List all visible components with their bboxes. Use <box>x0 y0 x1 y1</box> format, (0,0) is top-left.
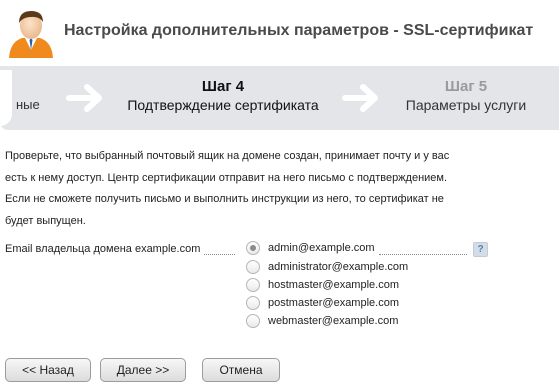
radio-unselected[interactable] <box>246 314 260 328</box>
user-avatar-icon <box>9 11 53 58</box>
instructions-text: Проверьте, что выбранный почтовый ящик н… <box>5 146 455 232</box>
wizard-steps-bar: ные Шаг 4 Подтверждение сертификата Шаг … <box>0 66 559 130</box>
instructions-line: есть к нему доступ. Центр сертификации о… <box>5 171 448 184</box>
dotted-leader <box>204 254 235 255</box>
scroll-left-icon <box>4 88 10 106</box>
step-subtitle: Параметры услуги <box>405 97 527 113</box>
radio-selected[interactable] <box>246 241 260 255</box>
wizard-step-current: Шаг 4 Подтверждение сертификата <box>118 78 328 114</box>
help-icon[interactable]: ? <box>473 242 488 257</box>
page-header: Настройка дополнительных параметров - SS… <box>0 0 559 64</box>
step-subtitle: Подтверждение сертификата <box>127 97 319 113</box>
email-option[interactable]: admin@example.com <box>246 240 375 256</box>
previous-step-label: ные <box>16 97 40 112</box>
email-option[interactable]: webmaster@example.com <box>246 313 398 329</box>
radio-unselected[interactable] <box>246 278 260 292</box>
email-option-label: webmaster@example.com <box>268 315 399 327</box>
cancel-button[interactable]: Отмена <box>202 358 280 382</box>
arrow-right-icon <box>66 84 102 112</box>
email-option-label: admin@example.com <box>268 242 375 254</box>
step-number: Шаг 5 <box>444 78 488 95</box>
instructions-line: Проверьте, что выбранный почтовый ящик н… <box>5 150 450 162</box>
email-option-label: administrator@example.com <box>268 261 409 273</box>
step-number: Шаг 4 <box>201 78 245 95</box>
page-title: Настройка дополнительных параметров - SS… <box>64 22 534 39</box>
email-option[interactable]: hostmaster@example.com <box>246 277 399 293</box>
email-option[interactable]: postmaster@example.com <box>246 295 399 311</box>
instructions-line: будет выпущен. <box>5 214 86 227</box>
wizard-step-next: Шаг 5 Параметры услуги <box>394 78 538 114</box>
email-option[interactable]: administrator@example.com <box>246 259 408 275</box>
email-owner-label: Email владельца домена example.com <box>5 243 201 255</box>
radio-unselected[interactable] <box>246 260 260 274</box>
dotted-leader <box>379 254 467 255</box>
arrow-right-icon <box>342 84 378 112</box>
email-option-label: postmaster@example.com <box>268 297 399 309</box>
back-button[interactable]: << Назад <box>5 358 91 382</box>
radio-unselected[interactable] <box>246 296 260 310</box>
email-option-label: hostmaster@example.com <box>268 279 399 291</box>
instructions-line: Если не сможете получить письмо и выполн… <box>5 193 444 205</box>
next-button[interactable]: Далее >> <box>100 358 186 382</box>
